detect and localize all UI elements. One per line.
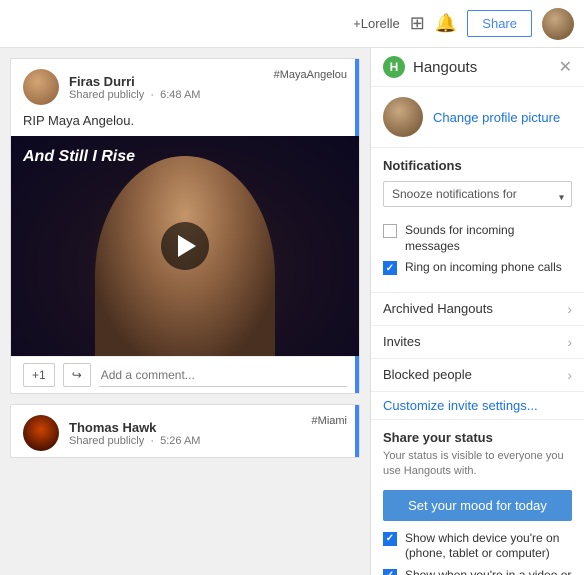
device-checkbox[interactable] <box>383 532 397 546</box>
post-card: Thomas Hawk Shared publicly · 5:26 AM #M… <box>10 404 360 458</box>
change-profile-link[interactable]: Change profile picture <box>433 110 560 125</box>
video-thumbnail[interactable]: And Still I Rise <box>11 136 359 356</box>
sounds-checkbox[interactable] <box>383 224 397 238</box>
post-tag: #MayaAngelou <box>274 69 347 81</box>
user-avatar[interactable] <box>542 8 574 40</box>
share-status-desc: Your status is visible to everyone you u… <box>383 449 572 480</box>
share-post-button[interactable]: ↪ <box>63 363 91 387</box>
set-mood-button[interactable]: Set your mood for today <box>383 490 572 521</box>
hangouts-title: Hangouts <box>413 59 477 76</box>
snooze-wrapper: Snooze notifications for ▾ <box>383 181 572 215</box>
video-title: And Still I Rise <box>23 148 135 166</box>
sounds-checkbox-row: Sounds for incoming messages <box>383 223 572 254</box>
chevron-right-icon: › <box>567 334 572 350</box>
post-text: RIP Maya Angelou. <box>11 111 359 136</box>
post-actions: +1 ↪ <box>11 356 359 393</box>
main-layout: Firas Durri Shared publicly · 6:48 AM #M… <box>0 48 584 575</box>
post-meta: Thomas Hawk Shared publicly · 5:26 AM <box>69 420 347 447</box>
video-checkbox-row: Show when you're in a video or phone cal… <box>383 568 572 575</box>
notifications-title: Notifications <box>383 158 572 173</box>
post-author-avatar[interactable] <box>23 69 59 105</box>
post-author-name: Thomas Hawk <box>69 420 347 435</box>
post-shared-info: Shared publicly · 5:26 AM <box>69 435 347 447</box>
grid-icon[interactable]: ⊞ <box>410 13 425 34</box>
post-tag: #Miami <box>312 415 347 427</box>
notifications-section: Notifications Snooze notifications for ▾… <box>371 148 584 293</box>
share-button[interactable]: Share <box>467 10 532 37</box>
play-button[interactable] <box>161 222 209 270</box>
ring-checkbox[interactable] <box>383 261 397 275</box>
share-status-section: Share your status Your status is visible… <box>371 420 584 575</box>
video-checkbox[interactable] <box>383 569 397 575</box>
ring-label: Ring on incoming phone calls <box>405 260 562 276</box>
post-header: Thomas Hawk Shared publicly · 5:26 AM #M… <box>11 405 359 457</box>
chevron-right-icon: › <box>567 301 572 317</box>
share-status-title: Share your status <box>383 430 572 445</box>
post-card: Firas Durri Shared publicly · 6:48 AM #M… <box>10 58 360 394</box>
ring-checkbox-row: Ring on incoming phone calls <box>383 260 572 276</box>
comment-input[interactable] <box>99 364 347 387</box>
topbar: +Lorelle ⊞ 🔔 Share <box>0 0 584 48</box>
blocked-people-item[interactable]: Blocked people › <box>371 359 584 392</box>
sounds-label: Sounds for incoming messages <box>405 223 572 254</box>
customize-invite-link[interactable]: Customize invite settings... <box>371 392 584 420</box>
snooze-select[interactable]: Snooze notifications for <box>383 181 572 207</box>
post-shared-info: Shared publicly · 6:48 AM <box>69 89 347 101</box>
post-header: Firas Durri Shared publicly · 6:48 AM #M… <box>11 59 359 111</box>
post-author-avatar[interactable] <box>23 415 59 451</box>
profile-avatar[interactable] <box>383 97 423 137</box>
feed: Firas Durri Shared publicly · 6:48 AM #M… <box>0 48 370 575</box>
notification-bell-icon[interactable]: 🔔 <box>435 13 457 34</box>
plus-one-button[interactable]: +1 <box>23 363 55 387</box>
close-icon[interactable]: ✕ <box>559 57 572 77</box>
hangouts-panel: H Hangouts ✕ Change profile picture Noti… <box>370 48 584 575</box>
hangouts-icon: H <box>383 56 405 78</box>
video-call-label: Show when you're in a video or phone cal… <box>405 568 572 575</box>
profile-section: Change profile picture <box>371 87 584 148</box>
archived-hangouts-item[interactable]: Archived Hangouts › <box>371 293 584 326</box>
hangouts-header: H Hangouts ✕ <box>371 48 584 87</box>
user-name: +Lorelle <box>353 16 400 31</box>
share-icon: ↪ <box>72 368 82 382</box>
device-checkbox-row: Show which device you're on (phone, tabl… <box>383 531 572 562</box>
device-label: Show which device you're on (phone, tabl… <box>405 531 572 562</box>
chevron-right-icon: › <box>567 367 572 383</box>
invites-item[interactable]: Invites › <box>371 326 584 359</box>
